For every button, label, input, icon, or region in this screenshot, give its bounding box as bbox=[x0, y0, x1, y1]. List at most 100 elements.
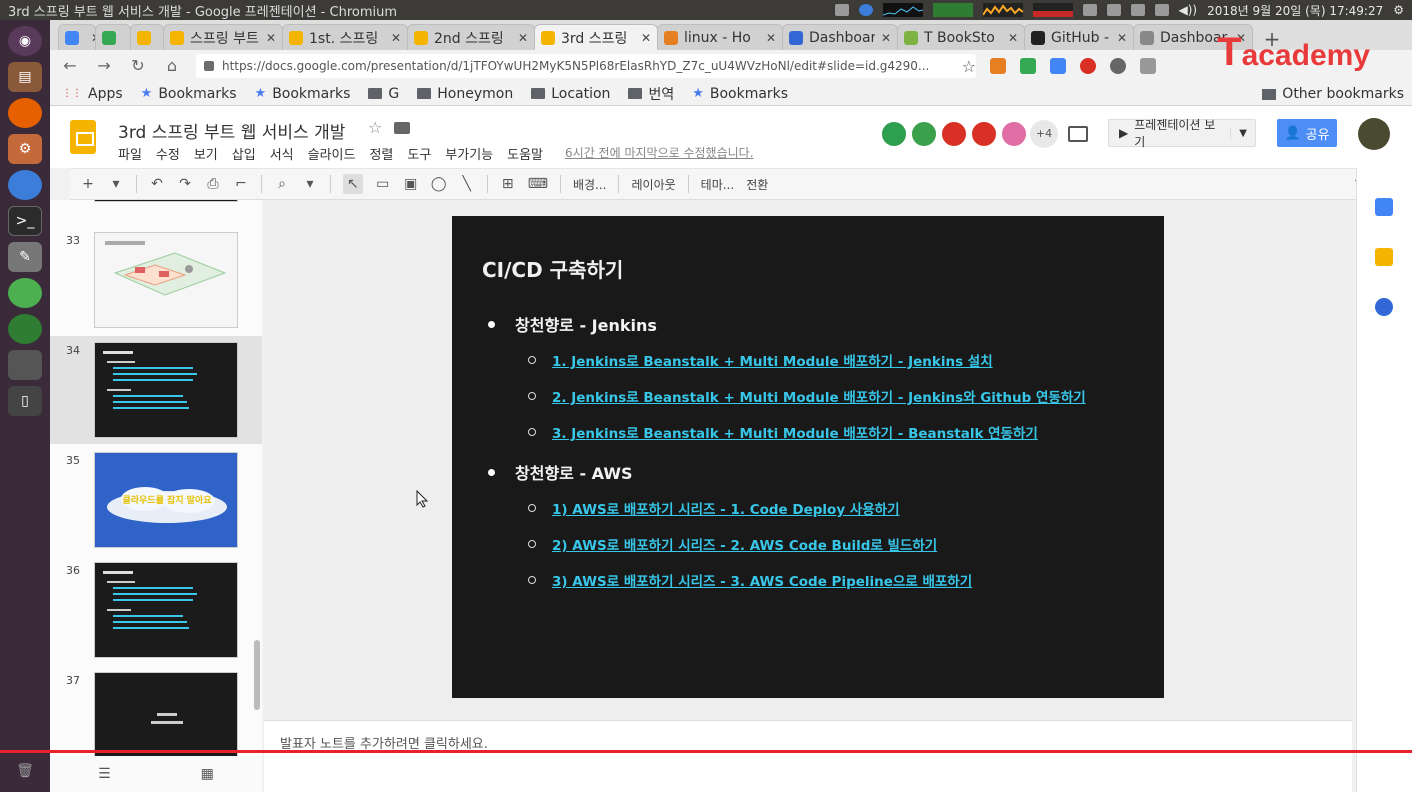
menu-item[interactable]: 서식 bbox=[270, 144, 294, 163]
bookmark-item[interactable]: ★ Bookmarks bbox=[255, 86, 351, 102]
slide-thumbnail[interactable] bbox=[94, 672, 238, 768]
text-box-icon[interactable]: ▭ bbox=[375, 176, 391, 192]
calendar-icon[interactable] bbox=[1375, 198, 1393, 216]
close-icon[interactable]: ✕ bbox=[1008, 31, 1018, 45]
close-icon[interactable]: ✕ bbox=[1117, 31, 1127, 45]
input-tools-icon[interactable]: ⌨ bbox=[528, 176, 548, 192]
wifi-icon[interactable] bbox=[1130, 4, 1145, 16]
slide-thumbnail-row[interactable]: 34 bbox=[50, 336, 262, 444]
extension-icon[interactable] bbox=[990, 58, 1006, 74]
dropbox-icon[interactable] bbox=[834, 4, 849, 16]
browser-tab[interactable]: linux - Ho ✕ bbox=[657, 24, 783, 50]
chevron-down-icon[interactable]: ▾ bbox=[302, 176, 318, 192]
browser-tab[interactable]: 스프링 부트 ✕ bbox=[163, 24, 283, 50]
browser-tab[interactable] bbox=[95, 24, 131, 50]
browser-tab[interactable]: 3rd 스프링 ✕ bbox=[534, 24, 658, 50]
tasks-icon[interactable] bbox=[1375, 298, 1393, 316]
slide-thumbnail[interactable] bbox=[94, 562, 238, 658]
share-button[interactable]: 👤 공유 bbox=[1277, 119, 1337, 147]
list-view-icon[interactable]: ☰ bbox=[98, 766, 111, 782]
extension-icon[interactable] bbox=[1140, 58, 1156, 74]
usb-icon[interactable] bbox=[8, 350, 42, 380]
bookmark-item[interactable]: Honeymon bbox=[417, 86, 513, 102]
menu-item[interactable]: 보기 bbox=[194, 144, 218, 163]
keep-icon[interactable] bbox=[1375, 248, 1393, 266]
chevron-down-icon[interactable]: ▼ bbox=[1230, 127, 1255, 139]
menu-item[interactable]: 도구 bbox=[407, 144, 431, 163]
slide-title[interactable]: CI/CD 구축하기 bbox=[482, 254, 623, 283]
redo-icon[interactable]: ↷ bbox=[177, 176, 193, 192]
close-icon[interactable]: ✕ bbox=[766, 31, 776, 45]
browser-tab[interactable]: GitHub - ✕ bbox=[1024, 24, 1134, 50]
collaborator-avatar[interactable] bbox=[880, 120, 908, 148]
add-comment-icon[interactable]: ⊞ bbox=[500, 176, 516, 192]
home-button[interactable]: ⌂ bbox=[162, 56, 182, 76]
slide-thumbnail-row[interactable]: 35 클라우드를 잡지 말아요 bbox=[50, 446, 262, 554]
browser-tab[interactable] bbox=[130, 24, 164, 50]
trash-icon[interactable]: 🗑 bbox=[8, 756, 42, 786]
bookmark-item[interactable]: G bbox=[368, 86, 399, 102]
text-editor-icon[interactable]: ✎ bbox=[8, 242, 42, 272]
collaborator-avatar[interactable] bbox=[940, 120, 968, 148]
device-icon[interactable]: ▯ bbox=[8, 386, 42, 416]
other-bookmarks[interactable]: Other bookmarks bbox=[1262, 82, 1404, 106]
slide-link[interactable]: 3. Jenkins로 Beanstalk + Multi Module 배포하… bbox=[552, 422, 1038, 442]
keyboard-icon[interactable] bbox=[1106, 4, 1121, 16]
slide-thumbnail-row[interactable]: 36 bbox=[50, 556, 262, 664]
menu-item[interactable]: 삽입 bbox=[232, 144, 256, 163]
collaborator-avatar[interactable] bbox=[1000, 120, 1028, 148]
chevron-down-icon[interactable]: ▾ bbox=[108, 176, 124, 192]
bookmark-item[interactable]: ★ Bookmarks bbox=[692, 86, 788, 102]
close-icon[interactable]: ✕ bbox=[518, 31, 528, 45]
ubuntu-dash-icon[interactable]: ◉ bbox=[8, 26, 42, 56]
extension-icon[interactable] bbox=[1080, 58, 1096, 74]
doc-title[interactable]: 3rd 스프링 부트 웹 서비스 개발 bbox=[118, 118, 345, 143]
star-icon[interactable]: ☆ bbox=[368, 118, 382, 137]
folder-icon[interactable] bbox=[394, 122, 410, 134]
avatar[interactable] bbox=[1358, 118, 1390, 150]
gear-icon[interactable]: ⚙ bbox=[1393, 3, 1404, 17]
background-button[interactable]: 배경... bbox=[573, 176, 607, 193]
browser-tab[interactable]: Dashboar ✕ bbox=[782, 24, 898, 50]
last-edit-link[interactable]: 6시간 전에 마지막으로 수정했습니다. bbox=[565, 144, 754, 163]
speaker-notes[interactable]: 발표자 노트를 추가하려면 클릭하세요. bbox=[264, 720, 1352, 792]
close-icon[interactable]: ✕ bbox=[641, 31, 651, 45]
extension-icon[interactable] bbox=[1050, 58, 1066, 74]
settings-icon[interactable]: ⚙ bbox=[8, 134, 42, 164]
close-icon[interactable]: ✕ bbox=[881, 31, 891, 45]
browser-tab[interactable]: T BookSto ✕ bbox=[897, 24, 1025, 50]
browser-tab[interactable]: 2nd 스프링 ✕ bbox=[407, 24, 535, 50]
grid-view-icon[interactable]: ▦ bbox=[201, 766, 214, 782]
bookmark-item[interactable]: ⋮⋮ Apps bbox=[62, 86, 123, 102]
line-icon[interactable]: ╲ bbox=[459, 176, 475, 192]
extension-icon[interactable] bbox=[1020, 58, 1036, 74]
transition-button[interactable]: 전환 bbox=[746, 176, 768, 193]
slides-logo-icon[interactable] bbox=[70, 120, 96, 154]
paint-format-icon[interactable]: ⌐ bbox=[233, 176, 249, 192]
close-icon[interactable]: ✕ bbox=[391, 31, 401, 45]
mail-icon[interactable] bbox=[1154, 4, 1169, 16]
back-button[interactable]: ← bbox=[60, 56, 80, 76]
layout-button[interactable]: 레이아웃 bbox=[631, 176, 675, 193]
collaborator-avatar[interactable] bbox=[910, 120, 938, 148]
zoom-icon[interactable]: ⌕ bbox=[274, 176, 290, 192]
firefox-icon[interactable] bbox=[8, 98, 42, 128]
bookmark-item[interactable]: 번역 bbox=[628, 84, 674, 104]
slide-thumbnail-row[interactable]: 33 bbox=[50, 226, 262, 334]
forward-button[interactable]: → bbox=[94, 56, 114, 76]
menu-item[interactable]: 수정 bbox=[156, 144, 180, 163]
select-icon[interactable]: ↖ bbox=[343, 174, 363, 194]
more-collaborators-badge[interactable]: +4 bbox=[1030, 120, 1058, 148]
slide-thumbnail[interactable]: 클라우드를 잡지 말아요 bbox=[94, 452, 238, 548]
menu-item[interactable]: 도움말 bbox=[507, 144, 543, 163]
theme-button[interactable]: 테마... bbox=[701, 176, 735, 193]
collaborator-avatar[interactable] bbox=[970, 120, 998, 148]
undo-icon[interactable]: ↶ bbox=[149, 176, 165, 192]
battery-icon[interactable] bbox=[1082, 4, 1097, 16]
current-slide[interactable]: CI/CD 구축하기 창천향로 - Jenkins 1. Jenkins로 Bea… bbox=[452, 216, 1164, 698]
menu-item[interactable]: 슬라이드 bbox=[308, 144, 356, 163]
slide-bullet-heading[interactable]: 창천향로 - AWS bbox=[488, 460, 633, 484]
slide-link[interactable]: 3) AWS로 배포하기 시리즈 - 3. AWS Code Pipeline으… bbox=[552, 570, 972, 590]
slide-thumbnail[interactable] bbox=[94, 342, 238, 438]
close-icon[interactable]: ✕ bbox=[266, 31, 276, 45]
